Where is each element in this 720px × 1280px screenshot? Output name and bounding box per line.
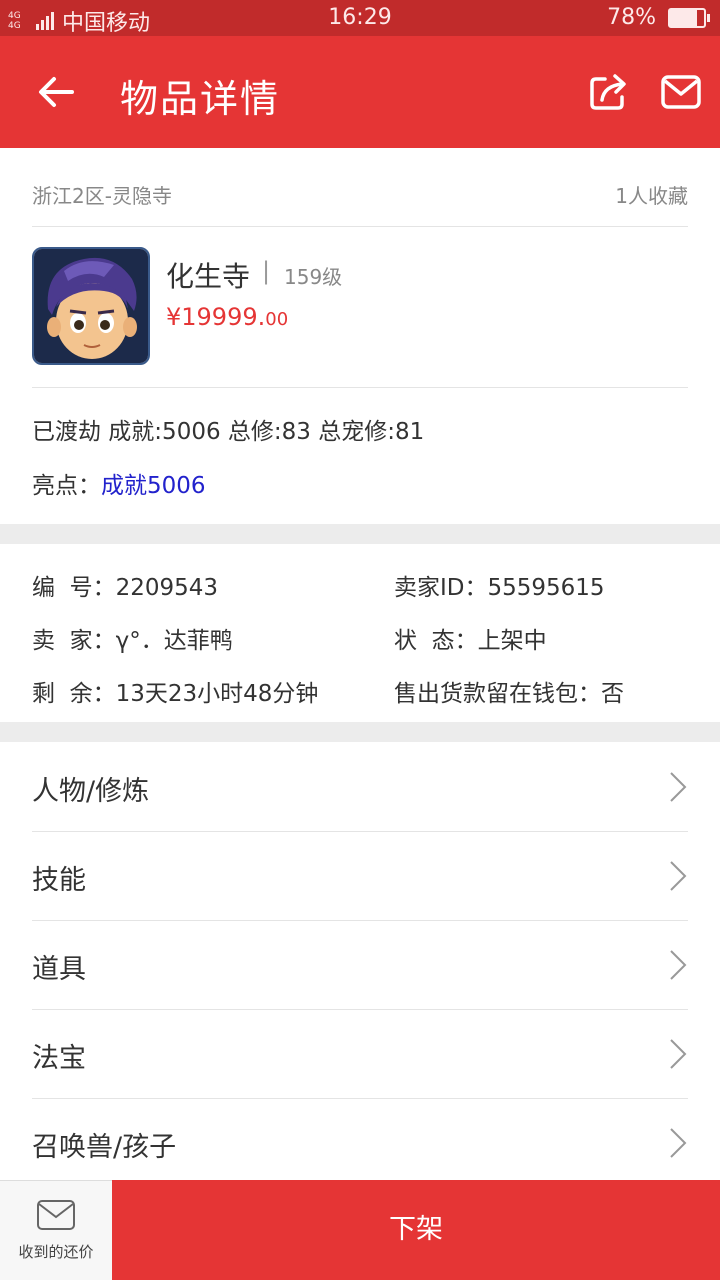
chevron-right-icon xyxy=(670,861,687,891)
role-school: 化生寺 xyxy=(166,260,251,293)
section-divider xyxy=(0,524,720,544)
chevron-right-icon xyxy=(670,1039,687,1069)
menu-item-label: 道具 xyxy=(32,954,86,985)
seller-id-label: 卖家ID： xyxy=(394,575,488,601)
item-id-value: 2209543 xyxy=(115,575,219,601)
avatar[interactable] xyxy=(32,247,150,365)
menu-item-skills[interactable]: 技能 xyxy=(32,832,688,921)
status-bar: 4G 4G 中国移动 16:29 78% xyxy=(0,0,720,36)
seller: 卖 家：γ°．达菲鸭 xyxy=(32,621,233,655)
chevron-right-icon xyxy=(670,950,687,980)
page-title: 物品详情 xyxy=(120,77,281,121)
item-id: 编 号：2209543 xyxy=(32,568,218,602)
highlight-label: 亮点： xyxy=(32,473,101,499)
chevron-right-icon xyxy=(670,1128,687,1158)
delist-button[interactable]: 下架 xyxy=(112,1180,720,1280)
received-offers-label: 收到的还价 xyxy=(18,1243,94,1261)
envelope-icon xyxy=(37,1200,75,1230)
seller-id-value: 55595615 xyxy=(487,575,605,601)
seller-id: 卖家ID：55595615 xyxy=(394,568,605,602)
highlight-value: 成就5006 xyxy=(101,473,206,499)
price-decimal: 00 xyxy=(265,309,289,330)
menu-item-label: 召唤兽/孩子 xyxy=(32,1132,177,1163)
state-label: 状 态： xyxy=(394,628,478,654)
wallet-option: 售出货款留在钱包：否 xyxy=(394,674,624,708)
highlight-row: 亮点：成就5006 xyxy=(32,466,206,500)
region-row: 浙江2区-灵隐寺 1人收藏 xyxy=(32,148,688,227)
remaining-time: 剩 余：13天23小时48分钟 xyxy=(32,674,318,708)
chevron-right-icon xyxy=(670,772,687,802)
menu-item-label: 人物/修炼 xyxy=(32,776,150,807)
battery-percent: 78% xyxy=(607,5,656,30)
listing-state: 状 态：上架中 xyxy=(394,621,547,655)
menu-item-pets-children[interactable]: 召唤兽/孩子 xyxy=(32,1099,688,1187)
wallet-value: 否 xyxy=(601,681,624,707)
role-summary: 化生寺 | 159级 ¥19999.00 xyxy=(32,227,688,388)
wallet-label: 售出货款留在钱包： xyxy=(394,681,601,707)
battery-icon xyxy=(668,7,710,28)
mail-icon[interactable] xyxy=(660,74,702,110)
remaining-value: 13天23小时48分钟 xyxy=(115,681,319,707)
favorite-count: 1人收藏 xyxy=(615,184,688,208)
status-right: 78% xyxy=(607,5,710,30)
separator: | xyxy=(262,257,271,285)
state-value: 上架中 xyxy=(477,628,547,654)
section-divider xyxy=(0,722,720,742)
role-level: 159级 xyxy=(284,265,343,289)
seller-label: 卖 家： xyxy=(32,628,116,654)
seller-value: γ°．达菲鸭 xyxy=(115,628,233,654)
price-main: ¥19999. xyxy=(166,303,266,331)
remaining-label: 剩 余： xyxy=(32,681,116,707)
menu-item-label: 技能 xyxy=(32,865,86,896)
app-header: 物品详情 xyxy=(0,36,720,148)
item-id-label: 编 号： xyxy=(32,575,116,601)
menu-item-label: 法宝 xyxy=(32,1043,86,1074)
received-offers-button[interactable]: 收到的还价 xyxy=(0,1180,112,1280)
menu-item-items[interactable]: 道具 xyxy=(32,921,688,1010)
server-region: 浙江2区-灵隐寺 xyxy=(32,184,172,208)
avatar-portrait xyxy=(34,249,148,363)
share-icon[interactable] xyxy=(588,70,630,112)
role-description: 已渡劫 成就:5006 总修:83 总宠修:81 xyxy=(32,419,425,445)
menu-item-treasures[interactable]: 法宝 xyxy=(32,1010,688,1099)
menu-item-character-cultivation[interactable]: 人物/修炼 xyxy=(32,743,688,832)
arrow-left-icon[interactable] xyxy=(36,72,76,112)
price: ¥19999.00 xyxy=(166,303,288,331)
battery-fill xyxy=(670,9,697,26)
